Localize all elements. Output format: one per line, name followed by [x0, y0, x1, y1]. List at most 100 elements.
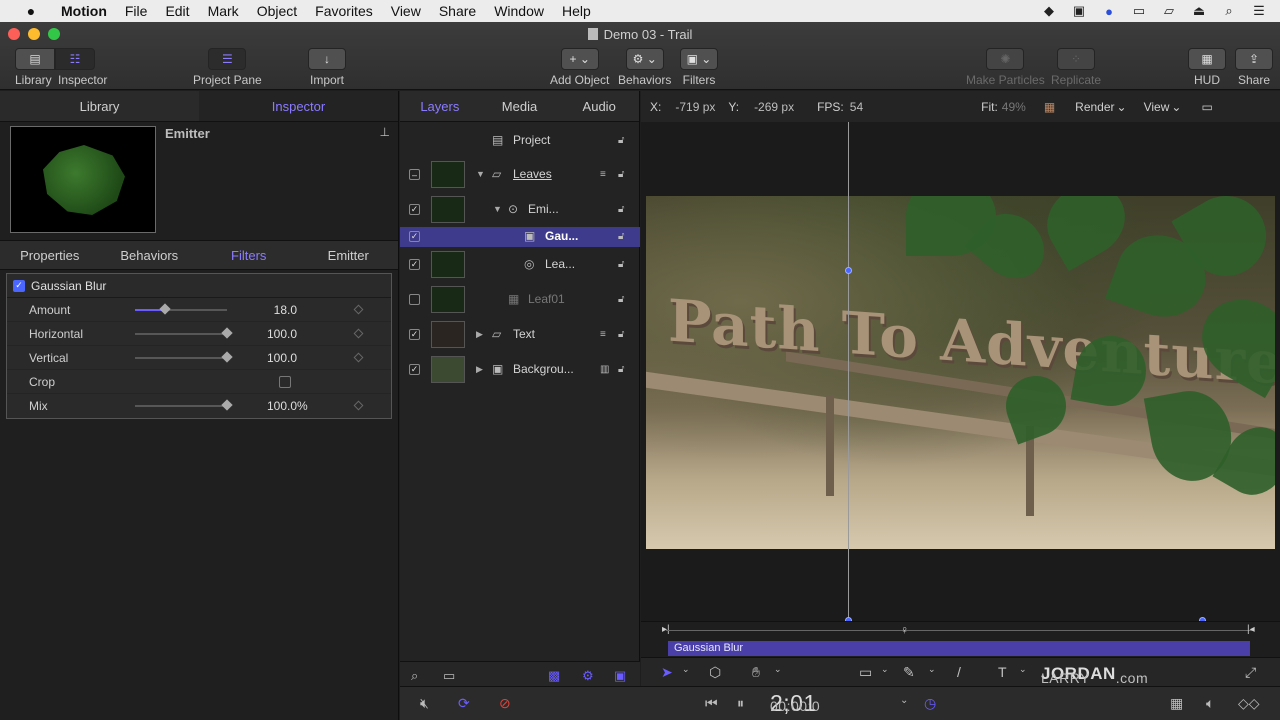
mix-slider[interactable]: [135, 399, 233, 411]
thumbnail-toggle-icon[interactable]: ▭: [443, 668, 455, 684]
add-object-tool[interactable]: + ⌄ Add Object: [550, 48, 609, 87]
chevron-down-icon[interactable]: ⌄: [900, 695, 908, 706]
tab-emitter[interactable]: Emitter: [299, 241, 399, 269]
lock-icon[interactable]: 🔓︎: [618, 259, 624, 270]
shape-tool-icon[interactable]: ▭: [859, 664, 872, 681]
menu-mark[interactable]: Mark: [199, 3, 248, 19]
canvas-preview-image[interactable]: Path To Adventure: [646, 196, 1275, 549]
lock-icon[interactable]: 🔓︎: [618, 294, 624, 305]
amount-slider-knob[interactable]: [159, 303, 171, 315]
chevron-down-icon[interactable]: ⌄: [928, 664, 936, 675]
paint-tool-icon[interactable]: /: [957, 664, 961, 680]
behaviors-tool[interactable]: ⚙ ⌄ Behaviors: [618, 48, 671, 87]
tab-behaviors[interactable]: Behaviors: [100, 241, 200, 269]
pen-tool-icon[interactable]: ✎: [903, 664, 915, 681]
menu-edit[interactable]: Edit: [156, 3, 198, 19]
mask-filter-icon[interactable]: ▩: [548, 668, 560, 684]
param-value[interactable]: 100.0: [267, 351, 297, 365]
tab-filters[interactable]: Filters: [199, 241, 299, 269]
tab-library[interactable]: Library: [0, 91, 199, 121]
pause-icon[interactable]: ⏸︎: [737, 695, 744, 712]
text-tool-icon[interactable]: T: [998, 664, 1007, 680]
tab-inspector[interactable]: Inspector: [199, 91, 398, 121]
hud-tool[interactable]: ▦ HUD: [1188, 48, 1226, 87]
layer-checkbox[interactable]: [409, 294, 420, 305]
horizontal-slider-knob[interactable]: [221, 327, 233, 339]
layer-checkbox[interactable]: ✓: [409, 204, 420, 215]
disclosure-triangle-icon[interactable]: ▶: [476, 329, 483, 340]
lock-icon[interactable]: 🔓︎: [618, 231, 624, 242]
layer-checkbox[interactable]: ✓: [409, 329, 420, 340]
filters-tool[interactable]: ▣ ⌄ Filters: [680, 48, 718, 87]
expand-icon[interactable]: ⤢: [1245, 664, 1256, 681]
horizontal-slider[interactable]: [135, 327, 233, 339]
fit-value[interactable]: 49%: [1002, 100, 1026, 114]
eject-icon[interactable]: ⏏: [1190, 3, 1208, 19]
tab-media[interactable]: Media: [480, 91, 560, 121]
stack-icon[interactable]: ≡: [600, 169, 606, 180]
audio-icon[interactable]: 🔈︎: [1206, 695, 1214, 712]
dropbox-icon[interactable]: ◆: [1040, 3, 1058, 19]
layer-checkbox[interactable]: ✓: [409, 259, 420, 270]
emitter-path-line[interactable]: [848, 122, 849, 621]
hand-tool-icon[interactable]: ✋︎: [752, 664, 760, 681]
inspector-button[interactable]: ☷: [55, 48, 95, 70]
lock-icon[interactable]: 🔓︎: [618, 329, 624, 340]
playhead-icon[interactable]: ♀: [900, 623, 909, 637]
layer-checkbox[interactable]: ✓: [409, 364, 420, 375]
record-icon[interactable]: ●: [1100, 4, 1118, 19]
menu-file[interactable]: File: [116, 3, 157, 19]
color-channel-icon[interactable]: ▦: [1044, 100, 1055, 114]
menu-app[interactable]: Motion: [52, 3, 116, 19]
keyframe-icon[interactable]: [353, 304, 364, 315]
message-icon[interactable]: ▣: [1070, 3, 1088, 19]
stack-icon[interactable]: ≡: [600, 329, 606, 340]
apple-menu-icon[interactable]: ●: [20, 3, 42, 19]
timer-icon[interactable]: ◷: [924, 695, 936, 712]
view-menu[interactable]: View: [1144, 100, 1170, 114]
disclosure-triangle-icon[interactable]: ▶: [476, 364, 483, 375]
loop-icon[interactable]: ⟳: [458, 695, 470, 712]
go-to-start-icon[interactable]: ⏮︎: [705, 695, 718, 712]
disclosure-triangle-icon[interactable]: ▼: [493, 204, 502, 214]
keyframe-nav-icon[interactable]: ◇◇: [1238, 695, 1260, 712]
keyframe-icon[interactable]: [353, 328, 364, 339]
menu-help[interactable]: Help: [553, 3, 600, 19]
disclosure-triangle-icon[interactable]: ▼: [476, 169, 485, 179]
transform-tool-icon[interactable]: ⬡: [709, 664, 721, 681]
spotlight-icon[interactable]: ⌕: [1220, 3, 1238, 19]
crop-checkbox[interactable]: [279, 376, 291, 388]
timeline-clip-bar[interactable]: Gaussian Blur: [668, 641, 1250, 656]
chevron-down-icon[interactable]: ⌄: [1019, 664, 1027, 675]
film-strip-icon[interactable]: ▦: [1170, 695, 1183, 712]
record-icon[interactable]: ⊘: [499, 695, 511, 712]
library-button[interactable]: ▤: [15, 48, 55, 70]
layer-row-text[interactable]: ✓ ▶ ▱ Text ≡ 🔓︎: [400, 318, 640, 353]
lock-icon[interactable]: 🔓︎: [618, 169, 624, 180]
menu-share[interactable]: Share: [430, 3, 485, 19]
layout-icon[interactable]: ▭: [1201, 100, 1212, 114]
menu-object[interactable]: Object: [248, 3, 306, 19]
airplay-icon[interactable]: ▱: [1160, 3, 1178, 19]
menu-view[interactable]: View: [382, 3, 430, 19]
tab-layers[interactable]: Layers: [400, 91, 480, 121]
layer-checkbox[interactable]: ✓: [409, 231, 420, 242]
tab-audio[interactable]: Audio: [559, 91, 639, 121]
stack-icon[interactable]: ▥: [600, 364, 609, 375]
mix-slider-knob[interactable]: [221, 399, 233, 411]
menu-window[interactable]: Window: [485, 3, 553, 19]
filter-enable-checkbox[interactable]: ✓: [13, 279, 25, 292]
layer-row-leaf01[interactable]: ▦ Leaf01 🔓︎: [400, 283, 640, 318]
layer-row-background[interactable]: ✓ ▶ ▣ Backgrou... ▥ 🔓︎: [400, 353, 640, 388]
vertical-slider[interactable]: [135, 351, 233, 363]
layer-row-emitter[interactable]: ✓ ▼ ⊙ Emi... 🔓︎: [400, 193, 640, 228]
path-control-point[interactable]: [845, 267, 852, 274]
chevron-down-icon[interactable]: ⌄: [682, 664, 690, 675]
layer-row-leaf-cell[interactable]: ✓ ◎ Lea... 🔓︎: [400, 248, 640, 283]
lock-icon[interactable]: 🔓︎: [618, 204, 624, 215]
layer-row-leaves[interactable]: – ▼ ▱ Leaves ≡ 🔓︎: [400, 158, 640, 193]
param-value[interactable]: 18.0: [274, 303, 297, 317]
lock-icon[interactable]: 🔓︎: [618, 135, 624, 146]
layer-row-gaussian[interactable]: ✓ ▣ Gau... 🔓︎: [400, 227, 640, 247]
param-value[interactable]: 100.0: [267, 399, 297, 413]
